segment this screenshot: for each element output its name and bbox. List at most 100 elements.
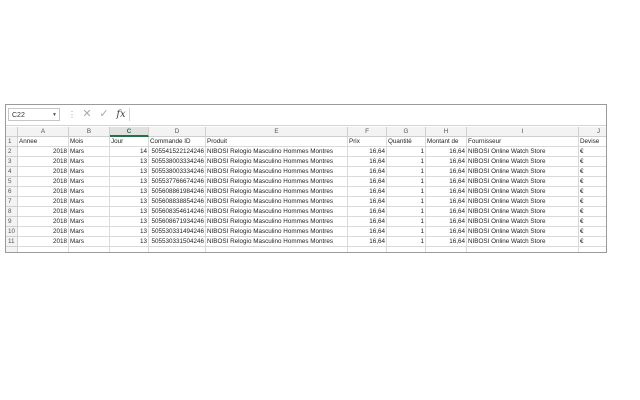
cell-b4[interactable]: Mars bbox=[69, 167, 110, 177]
column-header-d[interactable]: D bbox=[149, 127, 206, 137]
cell-j10[interactable]: € bbox=[579, 227, 606, 237]
empty-cell[interactable] bbox=[110, 247, 149, 252]
column-header-c[interactable]: C bbox=[110, 127, 149, 137]
cell-g9[interactable]: 1 bbox=[387, 217, 426, 227]
empty-cell[interactable] bbox=[467, 247, 579, 252]
row-header[interactable]: 4 bbox=[6, 167, 18, 177]
cell-i11[interactable]: NIBOSI Online Watch Store bbox=[467, 237, 579, 247]
cell-c5[interactable]: 13 bbox=[110, 177, 149, 187]
cell-h5[interactable]: 16,64 bbox=[426, 177, 467, 187]
cell-f1[interactable]: Prix bbox=[348, 137, 387, 147]
cell-f3[interactable]: 16,64 bbox=[348, 157, 387, 167]
column-header-f[interactable]: F bbox=[348, 127, 387, 137]
cell-j3[interactable]: € bbox=[579, 157, 606, 167]
cell-b2[interactable]: Mars bbox=[69, 147, 110, 157]
formula-input[interactable] bbox=[129, 108, 605, 121]
cell-i8[interactable]: NIBOSI Online Watch Store bbox=[467, 207, 579, 217]
cell-g3[interactable]: 1 bbox=[387, 157, 426, 167]
cell-g7[interactable]: 1 bbox=[387, 197, 426, 207]
cell-b7[interactable]: Mars bbox=[69, 197, 110, 207]
empty-cell[interactable] bbox=[579, 247, 606, 252]
cell-b1[interactable]: Mois bbox=[69, 137, 110, 147]
cell-e10[interactable]: NIBOSI Relogio Masculino Hommes Montres bbox=[206, 227, 348, 237]
cell-e6[interactable]: NIBOSI Relogio Masculino Hommes Montres bbox=[206, 187, 348, 197]
column-header-a[interactable]: A bbox=[18, 127, 69, 137]
cell-h8[interactable]: 16,64 bbox=[426, 207, 467, 217]
row-header[interactable]: 3 bbox=[6, 157, 18, 167]
cell-b3[interactable]: Mars bbox=[69, 157, 110, 167]
cell-i5[interactable]: NIBOSI Online Watch Store bbox=[467, 177, 579, 187]
cell-j11[interactable]: € bbox=[579, 237, 606, 247]
cell-d7[interactable]: 505608838854246 bbox=[149, 197, 206, 207]
cell-c2[interactable]: 14 bbox=[110, 147, 149, 157]
empty-cell[interactable] bbox=[69, 247, 110, 252]
column-header-i[interactable]: I bbox=[467, 127, 579, 137]
cell-e9[interactable]: NIBOSI Relogio Masculino Hommes Montres bbox=[206, 217, 348, 227]
cell-b10[interactable]: Mars bbox=[69, 227, 110, 237]
cell-e11[interactable]: NIBOSI Relogio Masculino Hommes Montres bbox=[206, 237, 348, 247]
row-header[interactable]: 10 bbox=[6, 227, 18, 237]
chevron-down-icon[interactable]: ▼ bbox=[52, 109, 57, 122]
cell-e8[interactable]: NIBOSI Relogio Masculino Hommes Montres bbox=[206, 207, 348, 217]
cell-j8[interactable]: € bbox=[579, 207, 606, 217]
row-header[interactable]: 5 bbox=[6, 177, 18, 187]
cell-e5[interactable]: NIBOSI Relogio Masculino Hommes Montres bbox=[206, 177, 348, 187]
cell-f6[interactable]: 16,64 bbox=[348, 187, 387, 197]
cell-d11[interactable]: 505530331504246 bbox=[149, 237, 206, 247]
cell-i7[interactable]: NIBOSI Online Watch Store bbox=[467, 197, 579, 207]
cell-f2[interactable]: 16,64 bbox=[348, 147, 387, 157]
cell-d5[interactable]: 505537766674246 bbox=[149, 177, 206, 187]
cell-e4[interactable]: NIBOSI Relogio Masculino Hommes Montres bbox=[206, 167, 348, 177]
cell-d10[interactable]: 505530331494246 bbox=[149, 227, 206, 237]
insert-function-icon[interactable]: fx bbox=[114, 107, 128, 122]
cell-h10[interactable]: 16,64 bbox=[426, 227, 467, 237]
empty-cell[interactable] bbox=[18, 247, 69, 252]
cancel-icon[interactable]: ✕ bbox=[80, 107, 94, 122]
cell-j1[interactable]: Devise bbox=[579, 137, 606, 147]
cell-d8[interactable]: 505608354614246 bbox=[149, 207, 206, 217]
cell-e2[interactable]: NIBOSI Relogio Masculino Hommes Montres bbox=[206, 147, 348, 157]
cell-f11[interactable]: 16,64 bbox=[348, 237, 387, 247]
empty-cell[interactable] bbox=[206, 247, 348, 252]
cell-i1[interactable]: Fournisseur bbox=[467, 137, 579, 147]
row-header[interactable]: 1 bbox=[6, 137, 18, 147]
cell-i6[interactable]: NIBOSI Online Watch Store bbox=[467, 187, 579, 197]
cell-a3[interactable]: 2018 bbox=[18, 157, 69, 167]
name-box[interactable]: C22 ▼ bbox=[8, 108, 60, 121]
cell-f4[interactable]: 16,64 bbox=[348, 167, 387, 177]
cell-j9[interactable]: € bbox=[579, 217, 606, 227]
cell-e7[interactable]: NIBOSI Relogio Masculino Hommes Montres bbox=[206, 197, 348, 207]
cell-b9[interactable]: Mars bbox=[69, 217, 110, 227]
column-header-j[interactable]: J bbox=[579, 127, 606, 137]
row-header[interactable]: 7 bbox=[6, 197, 18, 207]
column-header-b[interactable]: B bbox=[69, 127, 110, 137]
cell-c9[interactable]: 13 bbox=[110, 217, 149, 227]
select-all-corner[interactable] bbox=[6, 127, 18, 137]
cell-b5[interactable]: Mars bbox=[69, 177, 110, 187]
row-header[interactable]: 11 bbox=[6, 237, 18, 247]
column-header-e[interactable]: E bbox=[206, 127, 348, 137]
cell-g2[interactable]: 1 bbox=[387, 147, 426, 157]
cell-c8[interactable]: 13 bbox=[110, 207, 149, 217]
cell-d9[interactable]: 505608671934246 bbox=[149, 217, 206, 227]
row-header[interactable]: 2 bbox=[6, 147, 18, 157]
cell-g6[interactable]: 1 bbox=[387, 187, 426, 197]
cell-h3[interactable]: 16,64 bbox=[426, 157, 467, 167]
cell-c6[interactable]: 13 bbox=[110, 187, 149, 197]
cell-h9[interactable]: 16,64 bbox=[426, 217, 467, 227]
cell-i3[interactable]: NIBOSI Online Watch Store bbox=[467, 157, 579, 167]
empty-cell[interactable] bbox=[149, 247, 206, 252]
cell-g5[interactable]: 1 bbox=[387, 177, 426, 187]
cell-h2[interactable]: 16,64 bbox=[426, 147, 467, 157]
cell-b11[interactable]: Mars bbox=[69, 237, 110, 247]
cell-a11[interactable]: 2018 bbox=[18, 237, 69, 247]
cell-g11[interactable]: 1 bbox=[387, 237, 426, 247]
cell-f10[interactable]: 16,64 bbox=[348, 227, 387, 237]
cell-d4[interactable]: 505538003334246 bbox=[149, 167, 206, 177]
cell-a10[interactable]: 2018 bbox=[18, 227, 69, 237]
cell-a4[interactable]: 2018 bbox=[18, 167, 69, 177]
cell-c7[interactable]: 13 bbox=[110, 197, 149, 207]
cell-e3[interactable]: NIBOSI Relogio Masculino Hommes Montres bbox=[206, 157, 348, 167]
cell-f5[interactable]: 16,64 bbox=[348, 177, 387, 187]
cell-h6[interactable]: 16,64 bbox=[426, 187, 467, 197]
